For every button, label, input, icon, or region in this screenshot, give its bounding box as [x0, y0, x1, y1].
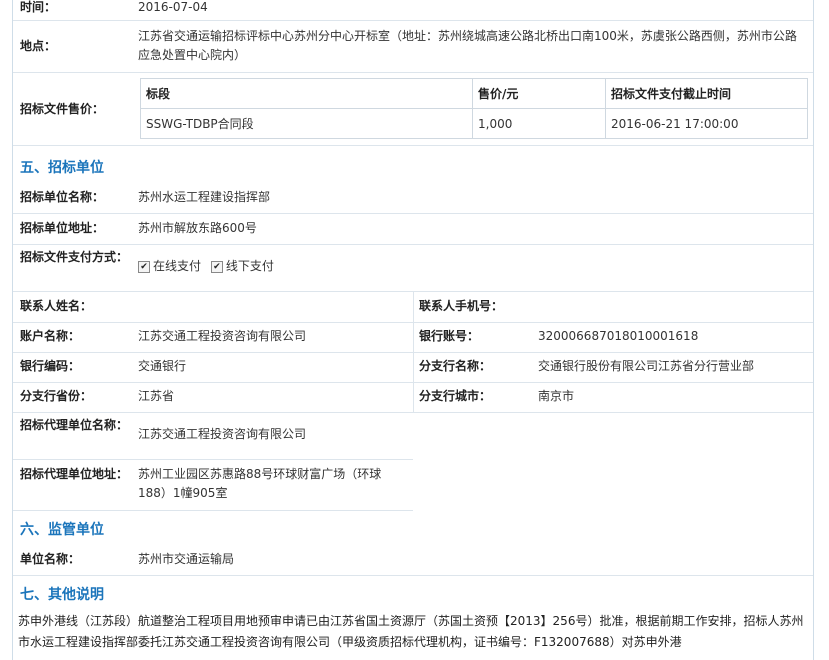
fee-col-price: 售价/元 — [472, 78, 606, 109]
supervisor-name-value: 苏州市交通运输局 — [138, 552, 235, 566]
time-label: 时间： — [20, 0, 57, 14]
payment-method-row: 招标文件支付方式： ✔ 在线支付 ✔ 线下支付 — [13, 245, 813, 292]
supervisor-name-label: 单位名称： — [20, 552, 81, 566]
agent-name-value: 江苏交通工程投资咨询有限公司 — [138, 427, 307, 441]
section-title-supervisor: 六、监管单位 — [20, 522, 104, 538]
agent-address-value: 苏州工业园区苏惠路88号环球财富广场（环球188）1幢905室 — [138, 467, 382, 500]
section-title-other: 七、其他说明 — [20, 587, 104, 603]
time-row: 时间： 2016-07-04 — [13, 0, 813, 21]
bank-code-label: 银行编码： — [20, 359, 81, 373]
tenderer-address-label: 招标单位地址： — [20, 221, 105, 235]
offline-payment-checkbox[interactable]: ✔ — [210, 260, 223, 273]
online-payment-checkbox[interactable]: ✔ — [138, 260, 150, 273]
tenderer-name-row: 招标单位名称： 苏州水运工程建设指挥部 — [13, 183, 813, 214]
branch-province-label: 分支行省份： — [20, 389, 93, 403]
section-title-tenderer: 五、招标单位 — [20, 160, 104, 176]
table-row: SSWG-TDBP合同段 1,000 2016-06-21 17:00:00 — [140, 108, 808, 139]
other-notes-text: 苏申外港线（江苏段）航道整治工程项目用地预审申请已由江苏省国土资源厅（苏国土资预… — [18, 614, 804, 649]
fee-cell-section: SSWG-TDBP合同段 — [140, 108, 473, 139]
offline-payment-label: 线下支付 — [225, 259, 274, 273]
location-label: 地点： — [20, 39, 57, 53]
fee-table-header: 标段 售价/元 招标文件支付截止时间 — [140, 78, 808, 109]
payment-method-label: 招标文件支付方式： — [20, 250, 129, 264]
contact-name-label: 联系人姓名： — [20, 299, 93, 313]
account-name-value: 江苏交通工程投资咨询有限公司 — [138, 329, 307, 343]
agent-name-label: 招标代理单位名称： — [20, 418, 129, 432]
supervisor-row: 单位名称： 苏州市交通运输局 — [13, 545, 813, 576]
tenderer-name-label: 招标单位名称： — [20, 190, 105, 204]
branch-city-label: 分支行城市： — [419, 389, 492, 403]
online-payment-label: 在线支付 — [153, 259, 202, 273]
account-name-label: 账户名称： — [20, 329, 81, 343]
bank-account-value: 32000668701801000​1618 — [538, 329, 699, 343]
branch-city-value: 南京市 — [538, 389, 575, 403]
agent-address-row: 招标代理单位地址： 苏州工业园区苏惠路88号环球财富广场（环球188）1幢905… — [13, 460, 413, 511]
fee-cell-price: 1,000 — [472, 108, 606, 139]
tender-detail-panel: 时间： 2016-07-04 地点： 江苏省交通运输招标评标中心苏州分中心开标室… — [12, 0, 814, 660]
tenderer-name-value: 苏州水运工程建设指挥部 — [138, 190, 271, 204]
agent-address-label: 招标代理单位地址： — [20, 467, 129, 481]
time-value: 2016-07-04 — [138, 0, 208, 14]
payment-options: ✔ 在线支付 ✔ 线下支付 — [138, 257, 274, 276]
fee-col-section: 标段 — [140, 78, 473, 109]
branch-province-value: 江苏省 — [138, 389, 175, 403]
fee-table: 标段 售价/元 招标文件支付截止时间 SSWG-TDBP合同段 1,000 20… — [140, 78, 808, 139]
agent-name-row: 招标代理单位名称： 江苏交通工程投资咨询有限公司 — [13, 413, 413, 460]
column-divider — [413, 292, 414, 412]
tenderer-address-value: 苏州市解放东路600号 — [138, 221, 257, 235]
branch-name-value: 交通银行股份有限公司江苏省分行营业部 — [538, 359, 755, 373]
branch-name-label: 分支行名称： — [419, 359, 492, 373]
fee-label: 招标文件售价： — [20, 102, 105, 116]
location-row: 地点： 江苏省交通运输招标评标中心苏州分中心开标室（地址：苏州绕城高速公路北桥出… — [13, 20, 813, 73]
fee-cell-deadline: 2016-06-21 17:00:00 — [605, 108, 808, 139]
tenderer-address-row: 招标单位地址： 苏州市解放东路600号 — [13, 214, 813, 245]
bank-account-label: 银行账号： — [419, 329, 480, 343]
bank-code-value: 交通银行 — [138, 359, 187, 373]
fee-col-deadline: 招标文件支付截止时间 — [605, 78, 808, 109]
contact-phone-label: 联系人手机号： — [419, 299, 504, 313]
location-value: 江苏省交通运输招标评标中心苏州分中心开标室（地址：苏州绕城高速公路北桥出口南10… — [138, 29, 797, 62]
